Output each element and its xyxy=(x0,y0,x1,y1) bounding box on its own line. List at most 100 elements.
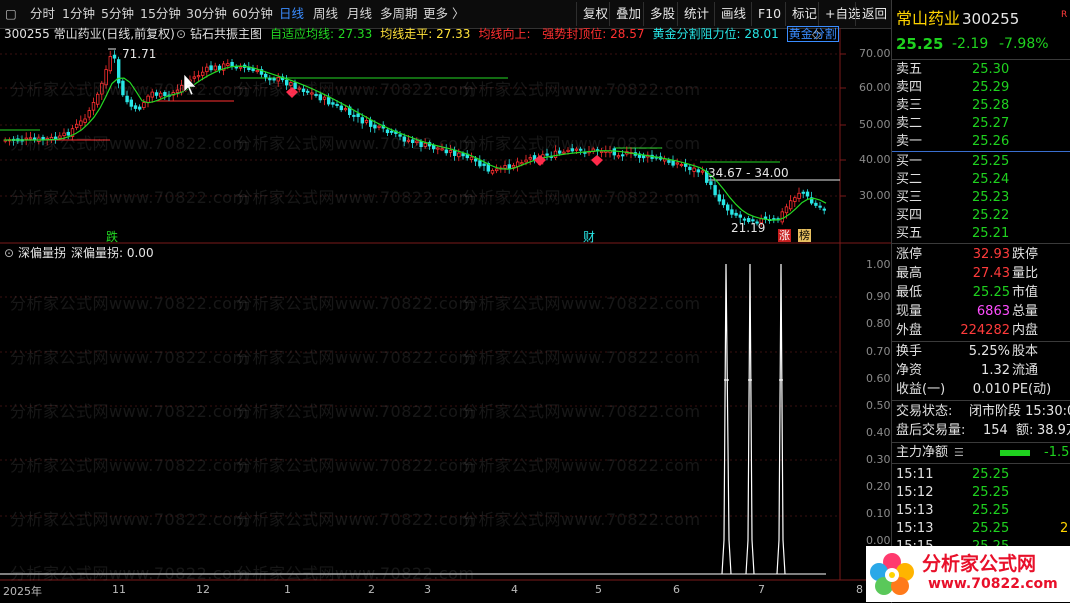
main-indicator-name[interactable]: 钻石共振主图 xyxy=(190,26,262,42)
bid-row[interactable]: 买四 25.22 xyxy=(892,207,1070,225)
price-change: -2.19 xyxy=(952,36,989,52)
time-axis-label: 7 xyxy=(758,583,765,596)
chart-title: 300255 常山药业(日线,前复权) xyxy=(4,27,175,41)
bid-row[interactable]: 买五 25.21 xyxy=(892,225,1070,243)
candle-body xyxy=(730,209,734,215)
candle-body xyxy=(297,87,301,90)
time-axis-label: 6 xyxy=(673,583,680,596)
candle-body xyxy=(360,117,364,124)
indicator-name[interactable]: 深偏量拐 xyxy=(18,245,66,261)
candle-body xyxy=(62,132,66,137)
candle-body xyxy=(91,101,96,111)
candle-body xyxy=(326,97,331,105)
candle-body xyxy=(364,120,369,123)
candle-body xyxy=(192,76,196,79)
candle-body xyxy=(696,169,700,173)
candle-body xyxy=(385,129,390,134)
candle-body xyxy=(742,218,747,221)
tick-row: 15:12 25.25 xyxy=(892,484,1070,502)
candle-body xyxy=(423,143,427,147)
bid-row[interactable]: 买一 25.25 xyxy=(892,153,1070,171)
low-price-label: 21.19 xyxy=(731,221,766,235)
indicator-dropdown-icon[interactable]: ⊙ xyxy=(176,26,186,42)
price-axis-ticks xyxy=(840,53,846,197)
ask-label: 卖四 xyxy=(896,80,923,95)
indicator-spikes xyxy=(721,263,786,575)
candle-body xyxy=(684,163,688,167)
ask-label: 卖五 xyxy=(896,62,923,77)
logo-title: 分析家公式网 xyxy=(922,553,1037,575)
candle-body xyxy=(293,82,297,89)
ask-row[interactable]: 卖五 25.30 xyxy=(892,61,1070,79)
candle-body xyxy=(503,165,507,169)
ask-label: 卖一 xyxy=(896,134,923,149)
indicator-axis-label: 0.20 xyxy=(866,480,891,493)
candle-body xyxy=(142,102,146,108)
candle-body xyxy=(562,151,566,154)
candle-body xyxy=(402,136,406,142)
candle-body xyxy=(389,130,394,133)
candle-body xyxy=(482,163,486,166)
candle-body xyxy=(289,82,293,86)
candle-body xyxy=(58,135,62,139)
indicator-axis-label: 0.90 xyxy=(866,290,891,303)
bid-price: 25.25 xyxy=(972,154,1010,169)
adaptive-ma-line xyxy=(4,65,827,221)
candle-body xyxy=(419,141,423,148)
candle-body xyxy=(801,191,805,194)
candle-body xyxy=(604,150,608,153)
candle-body xyxy=(175,89,180,93)
candle-body xyxy=(179,85,184,93)
logo-url: www.70822.com xyxy=(928,576,1058,592)
candle-body xyxy=(356,113,360,118)
stat-label: 盘后交易量: xyxy=(896,423,966,438)
time-axis-label: 2025年 xyxy=(3,585,42,598)
time-axis-label: 11 xyxy=(112,583,126,596)
candle-body xyxy=(129,99,133,107)
candle-body xyxy=(209,65,213,71)
indicator-axis-label: 0.10 xyxy=(866,507,891,520)
ask-price: 25.27 xyxy=(972,116,1010,131)
stat-row: 涨停 32.93 跌停 xyxy=(892,246,1070,264)
ask-row[interactable]: 卖一 25.26 xyxy=(892,133,1070,151)
candle-body xyxy=(726,204,730,211)
bid-label: 买三 xyxy=(896,190,923,205)
indicator-value: 深偏量拐: 0.00 xyxy=(71,246,154,260)
indicator-axis-label: 0.60 xyxy=(866,372,891,385)
candle-body xyxy=(301,88,306,93)
main-flow-row[interactable]: 主力净额 ☰ -1.5 xyxy=(892,444,1070,462)
stat-label: 股本 xyxy=(1012,344,1039,359)
candle-body xyxy=(780,211,784,223)
stat-value: 224282 xyxy=(960,323,1010,338)
kline-chart[interactable] xyxy=(0,0,891,603)
candle-body xyxy=(310,92,314,95)
tick-time: 15:12 xyxy=(896,485,934,500)
bid-price: 25.23 xyxy=(972,190,1010,205)
bid-row[interactable]: 买三 25.23 xyxy=(892,189,1070,207)
indicator-spike xyxy=(745,263,755,575)
ask-row[interactable]: 卖三 25.28 xyxy=(892,97,1070,115)
ask-row[interactable]: 卖二 25.27 xyxy=(892,115,1070,133)
bang-badge: 榜 xyxy=(798,229,811,242)
candle-body xyxy=(100,82,104,95)
time-axis-label: 12 xyxy=(196,583,210,596)
ask-row[interactable]: 卖四 25.29 xyxy=(892,79,1070,97)
stat-row: 收益(一) 0.010 PE(动) xyxy=(892,381,1070,399)
candle-body xyxy=(700,170,705,173)
header-diamond-icon[interactable]: ◇ xyxy=(812,26,821,42)
candle-body xyxy=(805,191,810,197)
candle-body xyxy=(675,162,679,165)
candle-body xyxy=(284,79,289,86)
candle-body xyxy=(616,155,621,158)
candle-body xyxy=(553,150,558,158)
tick-price: 25.25 xyxy=(972,467,1010,482)
candle-body xyxy=(213,65,217,71)
candle-body xyxy=(217,65,222,70)
indicator-pane-dropdown-icon[interactable]: ⊙ xyxy=(4,245,14,261)
price-row: 25.25 -2.19 -7.98% xyxy=(892,33,1070,55)
bid-row[interactable]: 买二 25.24 xyxy=(892,171,1070,189)
price-axis-label: 50.00 xyxy=(859,118,891,131)
stat-label: 内盘 xyxy=(1012,323,1039,338)
list-icon[interactable]: ☰ xyxy=(954,444,964,462)
price-axis-label: 70.00 xyxy=(859,47,891,60)
